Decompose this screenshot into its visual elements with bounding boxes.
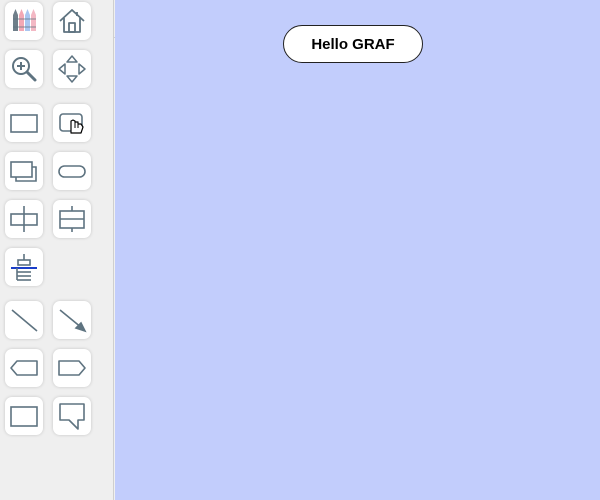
layout-tree-icon[interactable] (5, 248, 43, 286)
plain-rectangle-icon[interactable] (5, 397, 43, 435)
pan-arrows-icon[interactable] (53, 50, 91, 88)
node-with-vertical-ports-icon[interactable] (5, 200, 43, 238)
tool-palette (0, 0, 114, 500)
callout-shape-icon[interactable] (53, 397, 91, 435)
rounded-rectangle-icon[interactable] (53, 104, 91, 142)
arrow-line-icon[interactable] (53, 301, 91, 339)
node-with-horizontal-divider-icon[interactable] (53, 200, 91, 238)
stacked-rectangles-icon[interactable] (5, 152, 43, 190)
right-pointed-tag-icon[interactable] (53, 349, 91, 387)
diagram-node[interactable]: Hello GRAF (283, 25, 423, 63)
rectangle-icon[interactable] (5, 104, 43, 142)
home-icon[interactable] (53, 2, 91, 40)
crayons-icon[interactable] (5, 2, 43, 40)
left-pointed-tag-icon[interactable] (5, 349, 43, 387)
terminator-shape-icon[interactable] (53, 152, 91, 190)
diagram-canvas[interactable]: Hello GRAF (115, 0, 600, 500)
line-icon[interactable] (5, 301, 43, 339)
node-label: Hello GRAF (311, 35, 395, 53)
zoom-in-icon[interactable] (5, 50, 43, 88)
